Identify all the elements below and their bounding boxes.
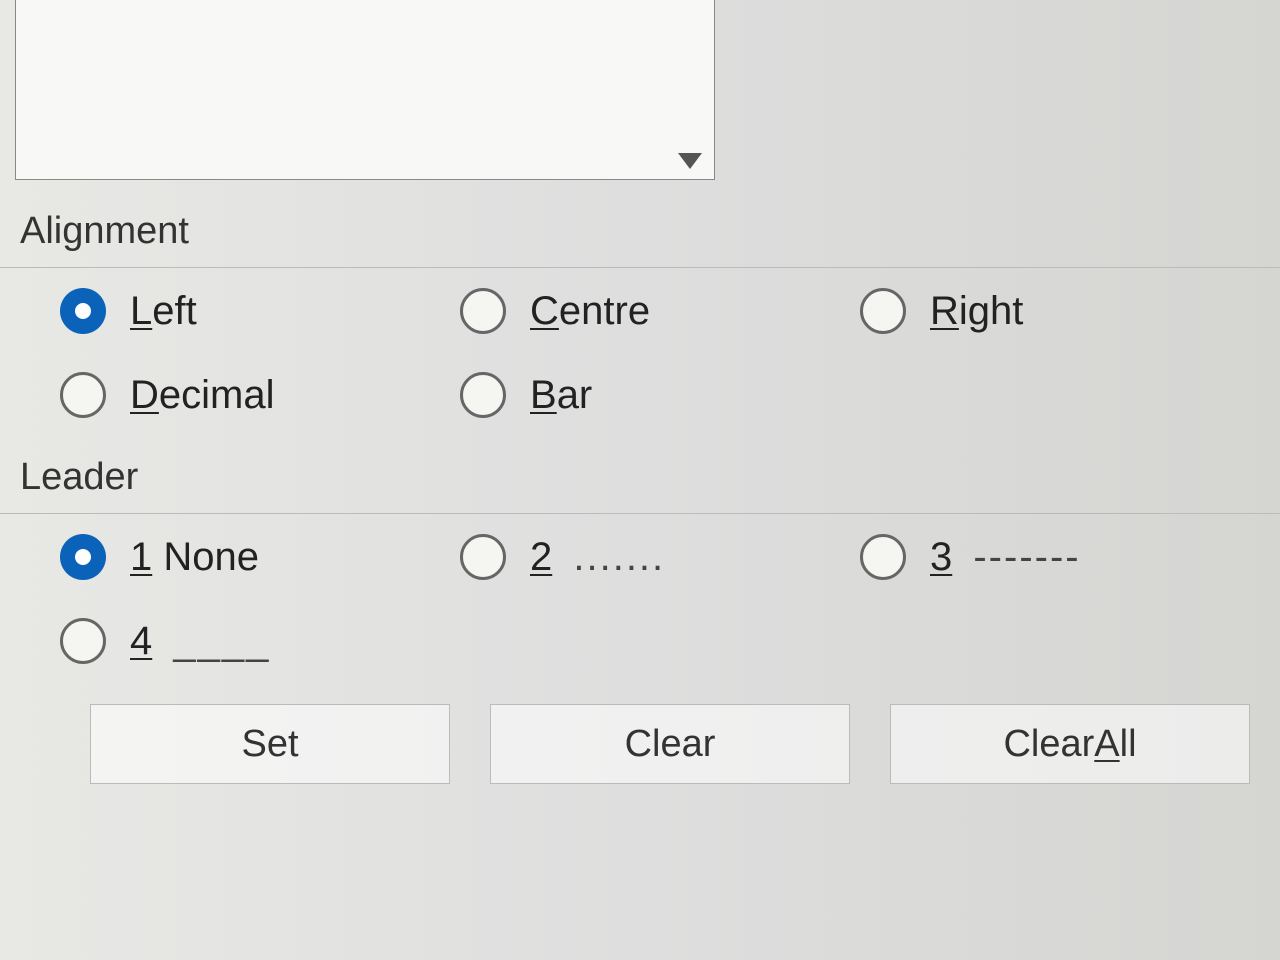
- leader-dashes-label[interactable]: 3 -------: [930, 535, 1081, 580]
- divider: [0, 267, 1280, 268]
- alignment-decimal-radio[interactable]: [60, 372, 106, 418]
- alignment-right-label[interactable]: Right: [930, 289, 1023, 334]
- button-row: Set Clear Clear All: [20, 704, 1260, 784]
- alignment-decimal-label[interactable]: Decimal: [130, 373, 274, 418]
- leader-group: 1 None 2 ....... 3 ------- 4 ____: [20, 534, 1260, 664]
- alignment-group: Left Centre Right Decimal Bar: [20, 288, 1260, 418]
- leader-dashes-radio[interactable]: [860, 534, 906, 580]
- leader-underline-radio[interactable]: [60, 618, 106, 664]
- dropdown-icon[interactable]: [678, 153, 702, 169]
- leader-underline-label[interactable]: 4 ____: [130, 619, 270, 664]
- clear-all-button[interactable]: Clear All: [890, 704, 1250, 784]
- alignment-left-label[interactable]: Left: [130, 289, 197, 334]
- tab-stop-listbox[interactable]: [15, 0, 715, 180]
- alignment-centre-radio[interactable]: [460, 288, 506, 334]
- leader-dots-radio[interactable]: [460, 534, 506, 580]
- leader-none-label[interactable]: 1 None: [130, 535, 259, 580]
- clear-button[interactable]: Clear: [490, 704, 850, 784]
- alignment-left-radio[interactable]: [60, 288, 106, 334]
- alignment-bar-radio[interactable]: [460, 372, 506, 418]
- leader-none-radio[interactable]: [60, 534, 106, 580]
- leader-dots-label[interactable]: 2 .......: [530, 535, 665, 580]
- set-button[interactable]: Set: [90, 704, 450, 784]
- divider: [0, 513, 1280, 514]
- alignment-bar-label[interactable]: Bar: [530, 373, 592, 418]
- alignment-right-radio[interactable]: [860, 288, 906, 334]
- leader-section-label: Leader: [20, 456, 1260, 499]
- alignment-centre-label[interactable]: Centre: [530, 289, 650, 334]
- alignment-section-label: Alignment: [20, 210, 1260, 253]
